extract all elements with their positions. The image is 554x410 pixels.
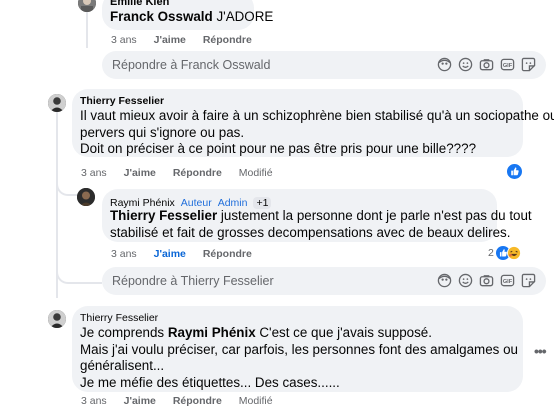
comment-time[interactable]: 3 ans	[111, 34, 137, 46]
comment-text: Je comprends Raymi Phénix C'est ce que j…	[80, 325, 518, 390]
edited-label: Modifié	[238, 167, 273, 179]
comment-time[interactable]: 3 ans	[111, 248, 137, 260]
reply-toolbar: GIF	[437, 273, 536, 288]
mention-link[interactable]: Thierry Fesselier	[110, 208, 217, 223]
mention-link[interactable]: Raymi Phénix	[168, 325, 256, 340]
avatar[interactable]	[48, 310, 66, 328]
gif-icon[interactable]: GIF	[500, 57, 515, 72]
avatar-sticker-icon[interactable]	[437, 57, 452, 72]
like-button[interactable]: J'aime	[124, 167, 156, 179]
camera-icon[interactable]	[479, 57, 494, 72]
sticker-icon[interactable]	[521, 273, 536, 288]
edited-label: Modifié	[238, 395, 273, 407]
comment-bubble: Thierry Fesselier Je comprends Raymi Phé…	[72, 306, 523, 392]
reply-toolbar: GIF	[437, 57, 536, 72]
avatar[interactable]	[77, 188, 95, 206]
gif-icon[interactable]: GIF	[500, 273, 515, 288]
more-icon[interactable]: •••	[534, 343, 547, 359]
sticker-icon[interactable]	[521, 57, 536, 72]
thread-curve	[56, 250, 102, 284]
reaction-count: 2	[488, 247, 494, 259]
comment-text: Il vaut mieux avoir à faire à un schizop…	[80, 108, 554, 156]
haha-reaction-icon	[506, 246, 521, 260]
comment-actions: 3 ans J'aime Répondre Modifié	[81, 167, 287, 179]
comment-bubble: Thierry Fesselier Il vaut mieux avoir à …	[72, 89, 554, 157]
camera-icon[interactable]	[479, 273, 494, 288]
reply-input[interactable]: Répondre à Franck Osswald GIF	[102, 51, 546, 79]
comment-bubble: Emilie Kien Franck Osswald J'ADORE	[102, 0, 273, 30]
reply-placeholder: Répondre à Franck Osswald	[112, 58, 271, 72]
svg-text:GIF: GIF	[503, 63, 513, 69]
comment-author[interactable]: Thierry Fesselier	[80, 95, 164, 107]
comment-author[interactable]: Emilie Kien	[110, 0, 169, 8]
reply-button[interactable]: Répondre	[173, 167, 222, 179]
comment-text: Franck Osswald J'ADORE	[110, 9, 274, 24]
reaction-summary[interactable]	[507, 164, 522, 184]
emoji-icon[interactable]	[458, 273, 473, 288]
comment-bubble: Raymi Phénix Auteur Admin +1 Thierry Fessel…	[102, 189, 532, 242]
reaction-summary[interactable]: 2	[488, 246, 521, 260]
comment-time[interactable]: 3 ans	[81, 167, 107, 179]
like-button[interactable]: J'aime	[124, 395, 156, 407]
comment-time[interactable]: 3 ans	[81, 395, 107, 407]
comment-author[interactable]: Thierry Fesselier	[80, 312, 158, 324]
reply-button[interactable]: Répondre	[203, 34, 252, 46]
reply-button[interactable]: Répondre	[203, 248, 252, 260]
avatar-sticker-icon[interactable]	[437, 273, 452, 288]
avatar[interactable]	[78, 0, 96, 12]
thread-curve	[56, 168, 78, 196]
reply-placeholder: Répondre à Thierry Fesselier	[112, 274, 274, 288]
comment-text: Thierry Fesselier justement la personne …	[110, 208, 532, 240]
comment-actions: 3 ans J'aime Répondre	[111, 34, 266, 46]
like-button[interactable]: J'aime	[154, 248, 186, 260]
reply-input[interactable]: Répondre à Thierry Fesselier GIF	[102, 267, 546, 295]
comment-actions: 3 ans J'aime Répondre	[111, 248, 266, 260]
reply-button[interactable]: Répondre	[173, 395, 222, 407]
mention-link[interactable]: Franck Osswald	[110, 9, 213, 24]
svg-text:GIF: GIF	[503, 279, 513, 285]
comment-actions: 3 ans J'aime Répondre Modifié	[81, 395, 287, 407]
avatar[interactable]	[48, 94, 66, 112]
emoji-icon[interactable]	[458, 57, 473, 72]
like-reaction-icon	[507, 164, 522, 179]
like-button[interactable]: J'aime	[154, 34, 186, 46]
